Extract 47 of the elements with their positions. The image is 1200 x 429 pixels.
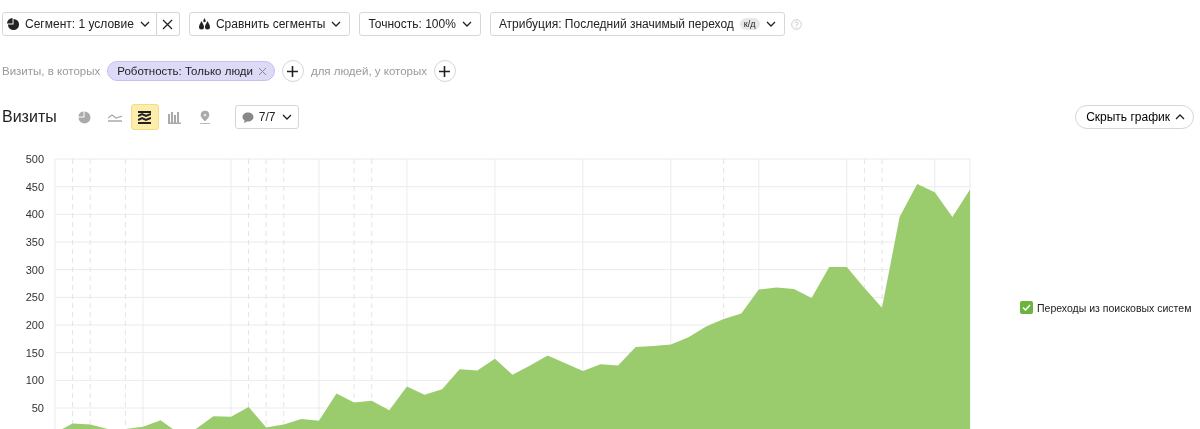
line-chart-icon bbox=[107, 112, 122, 122]
compare-segments-dropdown[interactable]: Сравнить сегменты bbox=[188, 12, 351, 36]
legend-label: Переходы из поисковых систем bbox=[1037, 301, 1192, 314]
caret-icon bbox=[331, 21, 342, 27]
y-tick-label: 150 bbox=[25, 346, 44, 359]
y-tick-label: 500 bbox=[25, 153, 44, 165]
pie-chart-icon bbox=[78, 110, 92, 124]
check-icon bbox=[1022, 304, 1031, 311]
chart-type-tab[interactable] bbox=[130, 104, 159, 130]
plus-icon bbox=[439, 65, 451, 77]
y-tick-label: 100 bbox=[25, 374, 44, 387]
y-tick-label: 250 bbox=[25, 291, 44, 304]
segment-dropdown[interactable]: Сегмент: 1 условие bbox=[2, 12, 157, 36]
caret-icon bbox=[139, 21, 150, 27]
close-button[interactable] bbox=[156, 12, 180, 36]
caret-icon bbox=[282, 114, 293, 120]
model-badge: к/д bbox=[739, 18, 760, 30]
plus-icon bbox=[287, 65, 299, 77]
y-tick-label: 200 bbox=[25, 319, 44, 331]
bar-chart-icon bbox=[168, 110, 182, 124]
y-tick-label: 350 bbox=[25, 236, 44, 248]
caret-icon bbox=[765, 21, 776, 27]
close-icon bbox=[162, 18, 174, 30]
caret-icon bbox=[461, 21, 472, 27]
add-condition-button[interactable] bbox=[281, 60, 304, 82]
map-pin-icon bbox=[198, 110, 211, 124]
legend-checkbox[interactable] bbox=[1020, 301, 1033, 314]
drops-icon bbox=[197, 18, 211, 30]
accuracy-dropdown[interactable]: Точность: 100% bbox=[359, 12, 481, 36]
chart-title: Визиты bbox=[2, 108, 57, 126]
filter-joiner: для людей, у которых bbox=[310, 65, 427, 77]
y-tick-label: 400 bbox=[25, 208, 44, 221]
y-tick-label: 450 bbox=[25, 180, 44, 193]
comment-icon bbox=[241, 111, 254, 123]
help-icon[interactable] bbox=[790, 18, 802, 30]
attribution-dropdown[interactable]: Атрибуция: Последний значимый переход к/д bbox=[489, 12, 785, 36]
y-tick-label: 300 bbox=[25, 263, 44, 276]
pie-icon bbox=[7, 17, 20, 31]
filter-prefix: Визиты, в которых bbox=[2, 65, 101, 77]
annotations-dropdown[interactable]: 7/7 bbox=[234, 105, 300, 129]
caret-up-icon bbox=[1175, 114, 1185, 120]
remove-icon bbox=[257, 66, 267, 76]
hide-chart-button[interactable]: Скрыть график bbox=[1075, 105, 1194, 129]
y-tick-label: 50 bbox=[31, 402, 44, 414]
area-chart-icon bbox=[138, 110, 152, 124]
add-condition-button[interactable] bbox=[434, 60, 456, 82]
filter-chip[interactable]: Роботность: Только люди bbox=[107, 61, 275, 81]
